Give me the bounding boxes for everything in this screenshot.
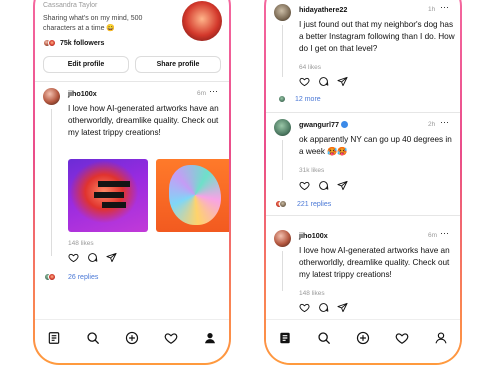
share-icon[interactable] [337,180,348,191]
artwork-image[interactable] [156,159,229,232]
profile-bio: Sharing what's on my mind, 500 character… [43,15,143,32]
reply-avatar [48,273,56,281]
post-more-button[interactable]: ··· [440,117,449,127]
search-icon[interactable] [317,331,331,345]
post-actions [299,180,348,191]
divider [266,112,460,113]
phone-left: Cassandra Taylor Sharing what's on my mi… [33,0,231,365]
replies-link[interactable]: 26 replies [68,274,98,281]
post-text: I love how AI-generated artworks have an… [299,246,450,279]
post-likes: 148 likes [299,290,325,297]
replies-row[interactable]: 221 replies [275,200,331,208]
thread-line [282,140,283,180]
post-actions [299,76,348,87]
home-icon[interactable] [47,331,61,345]
reply-avatar [278,95,286,103]
feed-screen: hidayathere22 1h ··· I just found out th… [266,0,460,363]
share-icon[interactable] [337,302,348,313]
verified-icon [340,121,348,128]
replies-row[interactable]: 26 replies [44,273,98,281]
reply-avatar [279,200,287,208]
profile-icon[interactable] [203,331,217,345]
post-handle[interactable]: jiho100x [299,231,328,240]
compose-icon[interactable] [125,331,139,345]
post-more-button[interactable]: ··· [440,228,449,238]
phone-right: hidayathere22 1h ··· I just found out th… [264,0,462,365]
post-time: 6m [428,232,438,239]
thread-line [282,25,283,77]
follower-avatar [48,39,56,47]
thread-line [51,109,52,256]
post-avatar[interactable] [274,119,291,136]
share-icon[interactable] [106,252,117,263]
tab-bar [35,319,229,363]
profile-screen: Cassandra Taylor Sharing what's on my mi… [35,0,229,363]
share-icon[interactable] [337,76,348,87]
post-likes: 148 likes [68,240,94,247]
followers-count: 75k followers [60,39,105,47]
heart-icon[interactable] [299,180,310,191]
post-handle-row: gwangurl77 [299,120,348,129]
thread-line [282,251,283,291]
post-time: 6m [197,90,207,97]
tab-bar [266,319,460,363]
comment-icon[interactable] [318,180,329,191]
compose-icon[interactable] [356,331,370,345]
replies-row[interactable]: 12 more [278,95,321,103]
search-icon[interactable] [86,331,100,345]
share-profile-button[interactable]: Share profile [135,56,221,73]
replies-link[interactable]: 221 replies [297,201,331,208]
divider [266,215,460,216]
post-text: I love how AI-generated artworks have an… [68,104,219,137]
comment-icon[interactable] [318,76,329,87]
post-handle[interactable]: hidayathere22 [299,5,347,14]
post-more-button[interactable]: ··· [440,2,449,12]
profile-icon[interactable] [434,331,448,345]
post-handle[interactable]: gwangurl77 [299,120,339,129]
heart-icon[interactable] [299,302,310,313]
post-actions [68,252,117,263]
profile-avatar[interactable] [182,1,222,41]
post-likes: 64 likes [299,64,322,71]
post-text: ok apparently NY can go up 40 degrees in… [299,135,452,156]
replies-link[interactable]: 12 more [295,96,321,103]
post-text: I just found out that my neighbor's dog … [299,20,455,53]
feed-icon[interactable] [278,331,292,345]
post-time: 1h [428,6,436,13]
post-avatar[interactable] [43,88,60,105]
post-time: 2h [428,121,436,128]
post-avatar[interactable] [274,4,291,21]
followers-row[interactable]: 75k followers [43,39,104,47]
comment-icon[interactable] [318,302,329,313]
profile-name: Cassandra Taylor [43,2,98,9]
edit-profile-button[interactable]: Edit profile [43,56,129,73]
post-avatar[interactable] [274,230,291,247]
post-handle[interactable]: jiho100x [68,89,97,98]
heart-icon[interactable] [68,252,79,263]
heart-icon[interactable] [164,331,178,345]
artwork-image[interactable] [68,159,148,232]
heart-icon[interactable] [395,331,409,345]
post-actions [299,302,348,313]
comment-icon[interactable] [87,252,98,263]
heart-icon[interactable] [299,76,310,87]
post-more-button[interactable]: ··· [209,86,218,96]
divider [35,81,229,82]
post-likes: 31k likes [299,167,325,174]
